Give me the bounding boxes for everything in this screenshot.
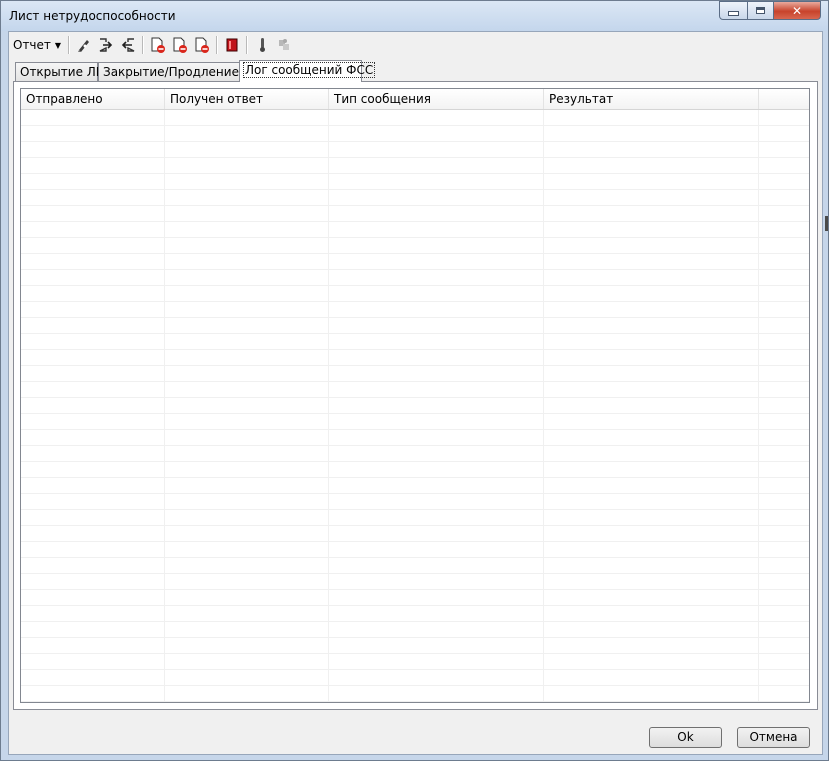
delete-doc-button-2[interactable] — [169, 34, 191, 56]
toolbar-separator — [246, 36, 249, 54]
table-row — [21, 590, 809, 606]
ok-button[interactable]: Ok — [649, 727, 722, 748]
table-row — [21, 142, 809, 158]
table-row — [21, 110, 809, 126]
table-row — [21, 190, 809, 206]
import-button[interactable] — [117, 34, 139, 56]
toolbar-separator — [142, 36, 145, 54]
doc-delete-icon — [173, 37, 188, 53]
table-row — [21, 126, 809, 142]
table-row — [21, 398, 809, 414]
tab-fss-log[interactable]: Лог сообщений ФСС — [239, 60, 376, 82]
table-row — [21, 622, 809, 638]
plugin-button[interactable] — [273, 34, 295, 56]
column-header-sent[interactable]: Отправлено — [21, 89, 165, 109]
import-arrow-icon — [121, 38, 135, 52]
table-row — [21, 446, 809, 462]
report-menu[interactable]: Отчет ▼ — [9, 34, 65, 56]
doc-delete-icon — [151, 37, 166, 53]
table-row — [21, 510, 809, 526]
edit-button[interactable] — [73, 34, 95, 56]
table-row — [21, 206, 809, 222]
table-row — [21, 286, 809, 302]
table-row — [21, 638, 809, 654]
report-menu-label: Отчет — [13, 38, 51, 52]
delete-doc-button-3[interactable] — [191, 34, 213, 56]
window-title: Лист нетрудоспособности — [9, 9, 176, 23]
tab-label: Открытие ЛН — [20, 65, 105, 79]
table-row — [21, 238, 809, 254]
table-row — [21, 542, 809, 558]
maximize-button[interactable] — [747, 1, 774, 20]
minimize-button[interactable] — [719, 1, 748, 20]
temperature-button[interactable] — [251, 34, 273, 56]
toolbar: Отчет ▼ — [9, 32, 822, 58]
export-button[interactable] — [95, 34, 117, 56]
table-row — [21, 670, 809, 686]
table-row — [21, 334, 809, 350]
export-arrow-icon — [99, 38, 113, 52]
toolbar-separator — [216, 36, 219, 54]
close-button[interactable]: ✕ — [773, 1, 821, 20]
tab-panel: Отправлено Получен ответ Тип сообщения Р… — [13, 81, 818, 710]
window-edge-marker — [825, 216, 828, 231]
column-header-result[interactable]: Результат — [544, 89, 759, 109]
table-row — [21, 270, 809, 286]
tab-opening[interactable]: Открытие ЛН — [15, 62, 105, 81]
table-row — [21, 462, 809, 478]
cancel-button[interactable]: Отмена — [737, 727, 810, 748]
table-row — [21, 414, 809, 430]
title-bar[interactable]: Лист нетрудоспособности ✕ — [1, 1, 828, 31]
table-row — [21, 302, 809, 318]
table-row — [21, 558, 809, 574]
column-header-response[interactable]: Получен ответ — [165, 89, 329, 109]
table-row — [21, 478, 809, 494]
table-row — [21, 254, 809, 270]
table-row — [21, 686, 809, 702]
book-button[interactable] — [221, 34, 243, 56]
red-book-icon — [226, 38, 238, 52]
grid-rows — [21, 110, 809, 702]
tab-label: Закрытие/Продление ЛН — [103, 65, 261, 79]
doc-delete-icon — [195, 37, 210, 53]
table-row — [21, 574, 809, 590]
column-header-type[interactable]: Тип сообщения — [329, 89, 544, 109]
thermometer-icon — [260, 38, 266, 52]
messages-grid[interactable]: Отправлено Получен ответ Тип сообщения Р… — [20, 88, 810, 703]
table-row — [21, 526, 809, 542]
app-window: Лист нетрудоспособности ✕ Отчет ▼ Открыт… — [0, 0, 829, 761]
table-row — [21, 430, 809, 446]
delete-doc-button-1[interactable] — [147, 34, 169, 56]
column-header-filler — [759, 89, 809, 109]
dropdown-arrow-icon: ▼ — [54, 40, 62, 50]
tab-label: Лог сообщений ФСС — [242, 62, 376, 78]
table-row — [21, 654, 809, 670]
maximize-icon — [756, 7, 765, 14]
close-icon: ✕ — [791, 3, 803, 18]
table-row — [21, 606, 809, 622]
puzzle-disabled-icon — [279, 39, 290, 50]
tab-closing[interactable]: Закрытие/Продление ЛН — [98, 62, 261, 81]
table-row — [21, 366, 809, 382]
client-area: Отчет ▼ Открытие ЛН Закрытие/Продление Л… — [8, 31, 823, 755]
pen-icon — [78, 40, 90, 52]
table-row — [21, 382, 809, 398]
table-row — [21, 318, 809, 334]
tab-strip: Открытие ЛН Закрытие/Продление ЛН Лог со… — [13, 60, 818, 82]
table-row — [21, 494, 809, 510]
minimize-icon — [728, 11, 739, 16]
table-row — [21, 350, 809, 366]
table-row — [21, 174, 809, 190]
grid-header: Отправлено Получен ответ Тип сообщения Р… — [21, 89, 809, 110]
toolbar-separator — [68, 36, 71, 54]
table-row — [21, 222, 809, 238]
table-row — [21, 158, 809, 174]
